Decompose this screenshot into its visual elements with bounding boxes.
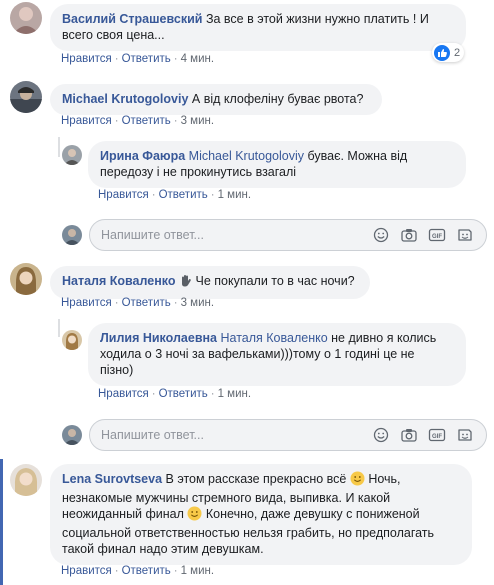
comment-bubble: Наталя Коваленко Че покупали то в час но… [50, 266, 370, 299]
reply-input[interactable]: Напишите ответ... [101, 428, 204, 442]
reply-button[interactable]: Ответить [122, 297, 171, 309]
smile-emoji-icon [350, 471, 365, 490]
camera-icon[interactable] [400, 227, 418, 243]
smile-emoji-icon [187, 506, 202, 525]
comment-author[interactable]: Василий Страшевский [62, 12, 202, 26]
avatar [62, 225, 82, 245]
comment-bubble: Michael Krutogoloviy А від клофеліну був… [50, 84, 382, 115]
svg-text:GIF: GIF [432, 434, 442, 440]
comment-text: А від клофеліну буває рвота? [191, 92, 364, 106]
timestamp[interactable]: 3 мин. [181, 115, 214, 127]
reply-thread-line [58, 137, 60, 157]
avatar[interactable] [10, 464, 42, 496]
comment-bubble: Lena Surovtseva В этом рассказе прекрасн… [50, 464, 472, 565]
reply-button[interactable]: Ответить [122, 565, 171, 577]
comment-text: За все в этой жизни нужно платить ! И [205, 12, 429, 26]
timestamp[interactable]: 3 мин. [181, 297, 214, 309]
comment-text: Конечно, даже девушку с пониженой [205, 507, 420, 521]
like-button[interactable]: Нравится [98, 189, 149, 201]
mention-link[interactable]: Наталя Коваленко [221, 331, 328, 345]
comment-text: Че покупали то в час ночи? [195, 274, 355, 288]
emoji-icon[interactable] [372, 427, 390, 443]
like-button[interactable]: Нравится [61, 297, 112, 309]
sticker-icon[interactable] [456, 427, 474, 443]
reply-input[interactable]: Напишите ответ... [101, 228, 204, 242]
avatar [62, 425, 82, 445]
camera-icon[interactable] [400, 427, 418, 443]
comment-text: незнакомые мужчины стремного вида, выпив… [62, 491, 391, 505]
reply-bubble: Лилия Николаевна Наталя Коваленко не див… [88, 323, 466, 386]
comment-thread: Василий Страшевский За все в этой жизни … [0, 0, 494, 585]
like-button[interactable]: Нравится [98, 388, 149, 400]
comment-actions: Нравится · Ответить · 1 мин. [98, 189, 252, 201]
comment-text: ходила о 3 ночі за вафельками)))тому о 1… [100, 347, 415, 361]
comment-author[interactable]: Ирина Фаюра [100, 149, 185, 163]
comment-author[interactable]: Лилия Николаевна [100, 331, 217, 345]
comment-author[interactable]: Наталя Коваленко [62, 274, 176, 288]
avatar[interactable] [10, 263, 42, 295]
new-comment-indicator [0, 459, 3, 585]
timestamp[interactable]: 4 мин. [181, 53, 214, 65]
like-button[interactable]: Нравится [61, 53, 112, 65]
reply-button[interactable]: Ответить [159, 388, 208, 400]
avatar[interactable] [62, 330, 82, 350]
comment-actions: Нравится · Ответить · 1 мин. [98, 388, 252, 400]
reaction-summary[interactable]: 2 [432, 43, 465, 62]
reply-button[interactable]: Ответить [122, 115, 171, 127]
comment-actions: Нравится · Ответить · 1 мин. [61, 565, 215, 577]
comment-text: Ночь, [368, 472, 401, 486]
reply-composer[interactable]: Напишите ответ... GIF [89, 219, 487, 251]
reply-button[interactable]: Ответить [122, 53, 171, 65]
like-icon [434, 45, 450, 61]
reply-thread-line [58, 319, 60, 337]
reply-composer[interactable]: Напишите ответ... GIF [89, 419, 487, 451]
gif-icon[interactable]: GIF [428, 227, 446, 243]
avatar[interactable] [10, 2, 42, 34]
avatar[interactable] [62, 145, 82, 165]
avatar[interactable] [10, 81, 42, 113]
like-button[interactable]: Нравится [61, 565, 112, 577]
comment-text: неожиданный финал [62, 507, 184, 521]
emoji-icon[interactable] [372, 227, 390, 243]
sticker-icon[interactable] [456, 227, 474, 243]
timestamp[interactable]: 1 мин. [218, 189, 251, 201]
comment-text: всего своя цена... [62, 28, 165, 42]
comment-text: В этом рассказе прекрасно всё [165, 472, 347, 486]
timestamp[interactable]: 1 мин. [181, 565, 214, 577]
reply-button[interactable]: Ответить [159, 189, 208, 201]
comment-text: буває. Можна від [307, 149, 408, 163]
comment-text: такой финал надо этим девушкам. [62, 542, 264, 556]
mention-link[interactable]: Michael Krutogoloviy [189, 149, 304, 163]
like-button[interactable]: Нравится [61, 115, 112, 127]
hand-emoji-icon [179, 274, 192, 291]
comment-actions: Нравится · Ответить · 3 мин. [61, 297, 215, 309]
comment-text: не дивно я колись [331, 331, 437, 345]
reaction-count: 2 [454, 47, 461, 59]
comment-actions: Нравится · Ответить · 4 мин. [61, 53, 215, 65]
reply-bubble: Ирина Фаюра Michael Krutogoloviy буває. … [88, 141, 466, 188]
timestamp[interactable]: 1 мин. [218, 388, 251, 400]
comment-author[interactable]: Michael Krutogoloviy [62, 92, 188, 106]
comment-author[interactable]: Lena Surovtseva [62, 472, 162, 486]
comment-text: пізно) [100, 363, 134, 377]
comment-text: социальной ответственностью нельзя граби… [62, 526, 435, 540]
comment-actions: Нравится · Ответить · 3 мин. [61, 115, 215, 127]
comment-bubble: Василий Страшевский За все в этой жизни … [50, 4, 466, 51]
comment-text: передозу і не прокинутись взагалі [100, 165, 297, 179]
svg-text:GIF: GIF [432, 234, 442, 240]
gif-icon[interactable]: GIF [428, 427, 446, 443]
